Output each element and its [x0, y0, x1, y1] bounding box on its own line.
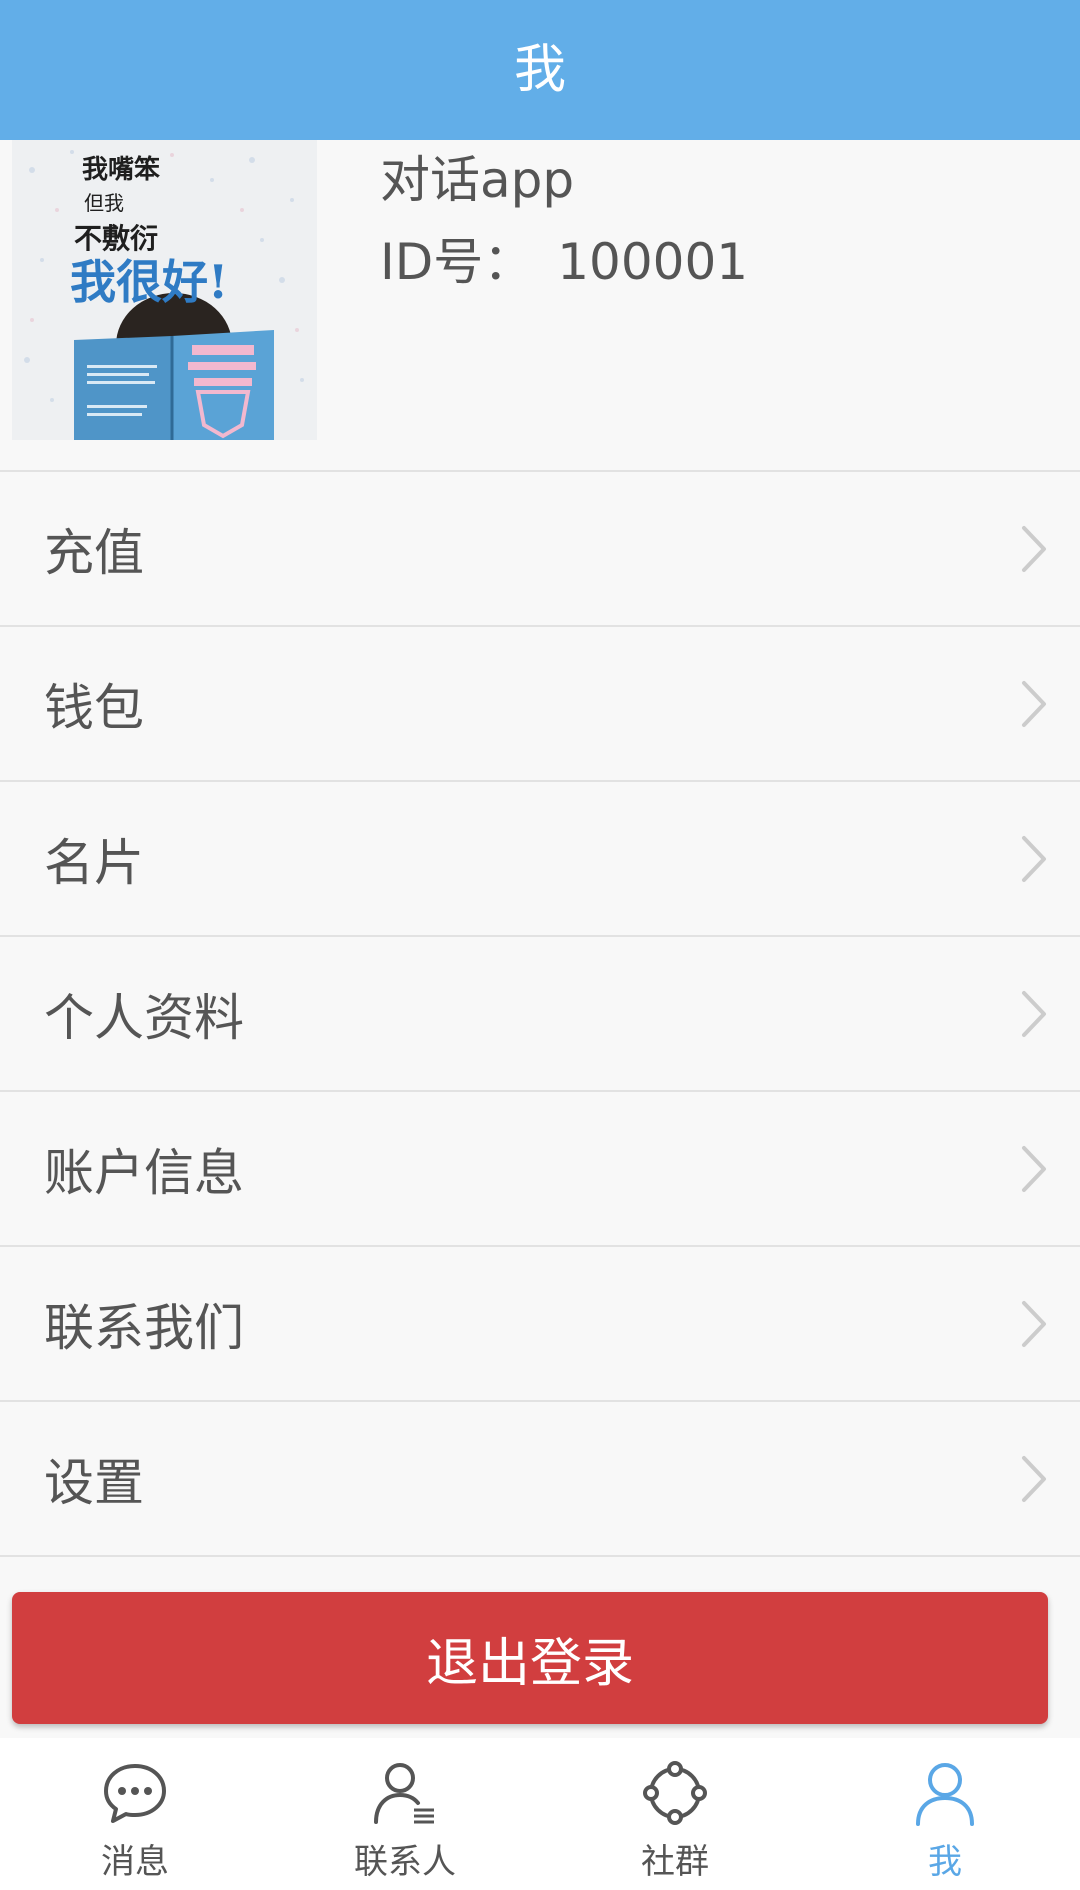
- tab-label: 联系人: [354, 1842, 456, 1882]
- chevron-right-icon: [1022, 835, 1046, 882]
- settings-menu: 充值 钱包 名片 个人资料 账户信息 联系我们 设置: [0, 470, 1080, 1557]
- menu-item-label: 联系我们: [44, 1298, 244, 1357]
- menu-item-recharge[interactable]: 充值: [0, 472, 1080, 627]
- profile-id-label: ID号：: [380, 233, 534, 291]
- svg-text:但我: 但我: [84, 191, 124, 215]
- menu-item-label: 个人资料: [44, 988, 244, 1047]
- menu-item-label: 名片: [44, 833, 144, 892]
- menu-item-label: 账户信息: [44, 1143, 244, 1202]
- avatar[interactable]: 我嘴笨 但我 不敷衍 我很好!: [12, 140, 317, 440]
- menu-item-profile[interactable]: 个人资料: [0, 937, 1080, 1092]
- menu-item-settings[interactable]: 设置: [0, 1402, 1080, 1557]
- menu-item-wallet[interactable]: 钱包: [0, 627, 1080, 782]
- menu-item-contact-us[interactable]: 联系我们: [0, 1247, 1080, 1402]
- menu-item-business-card[interactable]: 名片: [0, 782, 1080, 937]
- title-bar: 我: [0, 0, 1080, 140]
- logout-label: 退出登录: [425, 1633, 634, 1694]
- menu-item-label: 充值: [44, 523, 144, 582]
- tab-label: 消息: [101, 1842, 169, 1882]
- menu-item-label: 钱包: [44, 678, 144, 737]
- chevron-right-icon: [1022, 1300, 1046, 1347]
- tab-community[interactable]: 社群: [540, 1738, 810, 1890]
- menu-item-label: 设置: [44, 1453, 144, 1512]
- page-title: 我: [513, 40, 566, 100]
- profile-photo-icon: 我嘴笨 但我 不敷衍 我很好!: [12, 140, 317, 440]
- chevron-right-icon: [1022, 1145, 1046, 1192]
- menu-item-account-info[interactable]: 账户信息: [0, 1092, 1080, 1247]
- person-icon: [916, 1763, 974, 1826]
- svg-text:我很好!: 我很好!: [70, 255, 228, 309]
- tab-label: 社群: [641, 1842, 709, 1882]
- chevron-right-icon: [1022, 680, 1046, 727]
- tab-contacts[interactable]: 联系人: [270, 1738, 540, 1890]
- bottom-nav: 消息 联系人 社群 我: [0, 1738, 1080, 1890]
- svg-text:不敷衍: 不敷衍: [74, 222, 158, 255]
- chevron-right-icon: [1022, 1455, 1046, 1502]
- profile-id: ID号： 100001: [380, 232, 748, 292]
- chevron-right-icon: [1022, 990, 1046, 1037]
- svg-text:我嘴笨: 我嘴笨: [82, 154, 160, 185]
- tab-me[interactable]: 我: [810, 1738, 1080, 1890]
- app-root: 我 我嘴笨 但我 不敷衍 我很好! 对话app ID号： 100001 充值 钱…: [0, 0, 1080, 1890]
- tab-label: 我: [928, 1842, 962, 1882]
- logout-button[interactable]: 退出登录: [12, 1592, 1048, 1724]
- profile-id-value: 100001: [557, 233, 749, 291]
- chat-bubble-icon: [104, 1764, 166, 1823]
- chevron-right-icon: [1022, 525, 1046, 572]
- community-icon: [643, 1761, 707, 1825]
- profile-section[interactable]: 我嘴笨 但我 不敷衍 我很好! 对话app ID号： 100001: [0, 140, 1080, 470]
- tab-messages[interactable]: 消息: [0, 1738, 270, 1890]
- profile-name: 对话app: [380, 151, 575, 209]
- contacts-icon: [374, 1763, 434, 1824]
